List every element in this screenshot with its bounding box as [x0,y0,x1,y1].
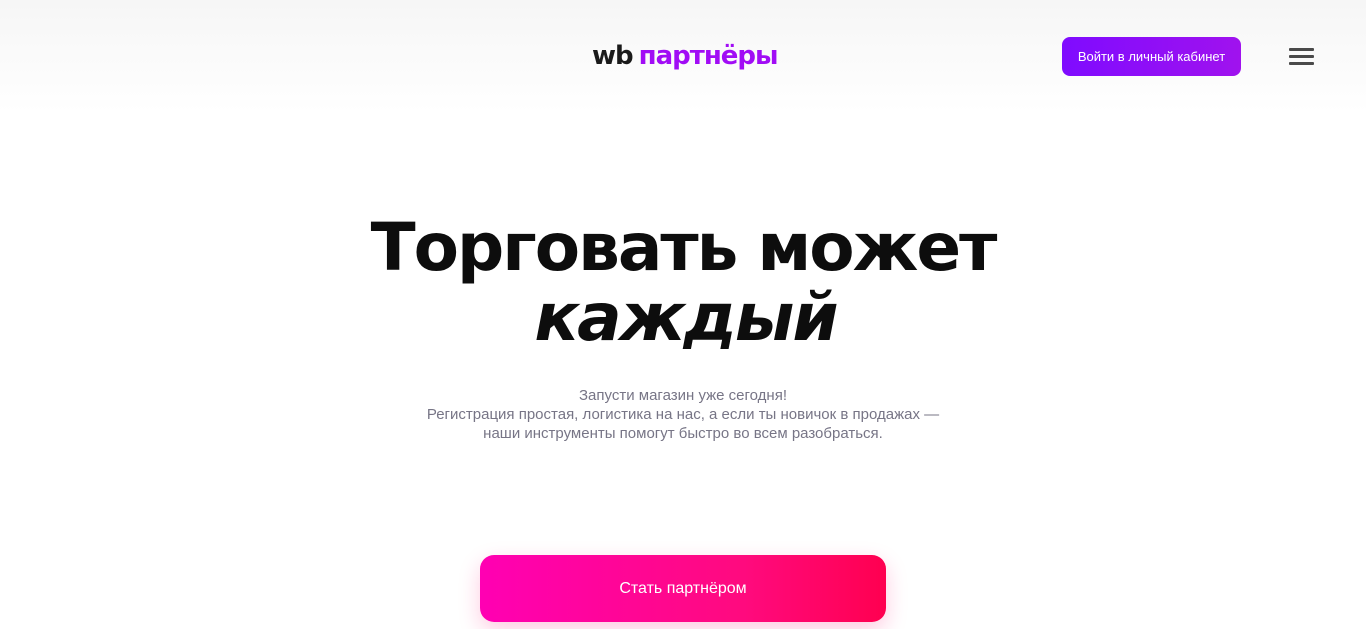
become-partner-button[interactable]: Стать партнёром [480,555,886,622]
hero-title-line1: Торговать может [370,209,998,286]
site-header: wb партнёры Войти в личный кабинет [0,0,1366,112]
menu-icon-bar [1289,62,1314,65]
login-button[interactable]: Войти в личный кабинет [1062,37,1241,76]
hero-subtitle-line: Регистрация простая, логистика на нас, а… [426,406,940,423]
menu-icon-bar [1289,48,1314,51]
hero-subtitle-line: наши инструменты помогут быстро во всем … [483,425,883,442]
hero-subtitle-line: Запусти магазин уже сегодня! [579,387,787,404]
logo-partners-text: партнёры [638,41,779,71]
landing-page: wb партнёры Войти в личный кабинет Торго… [0,0,1366,629]
hamburger-menu-icon[interactable] [1289,47,1315,66]
wb-partners-logo[interactable]: wb партнёры [592,38,779,74]
menu-icon-bar [1289,55,1314,58]
hero-title-line2: каждый [534,279,838,356]
logo-wb-text: wb [592,41,634,71]
hero-subtitle: Запусти магазин уже сегодня! Регистрация… [0,386,1366,443]
hero-title: Торговать может каждый [0,212,1366,352]
